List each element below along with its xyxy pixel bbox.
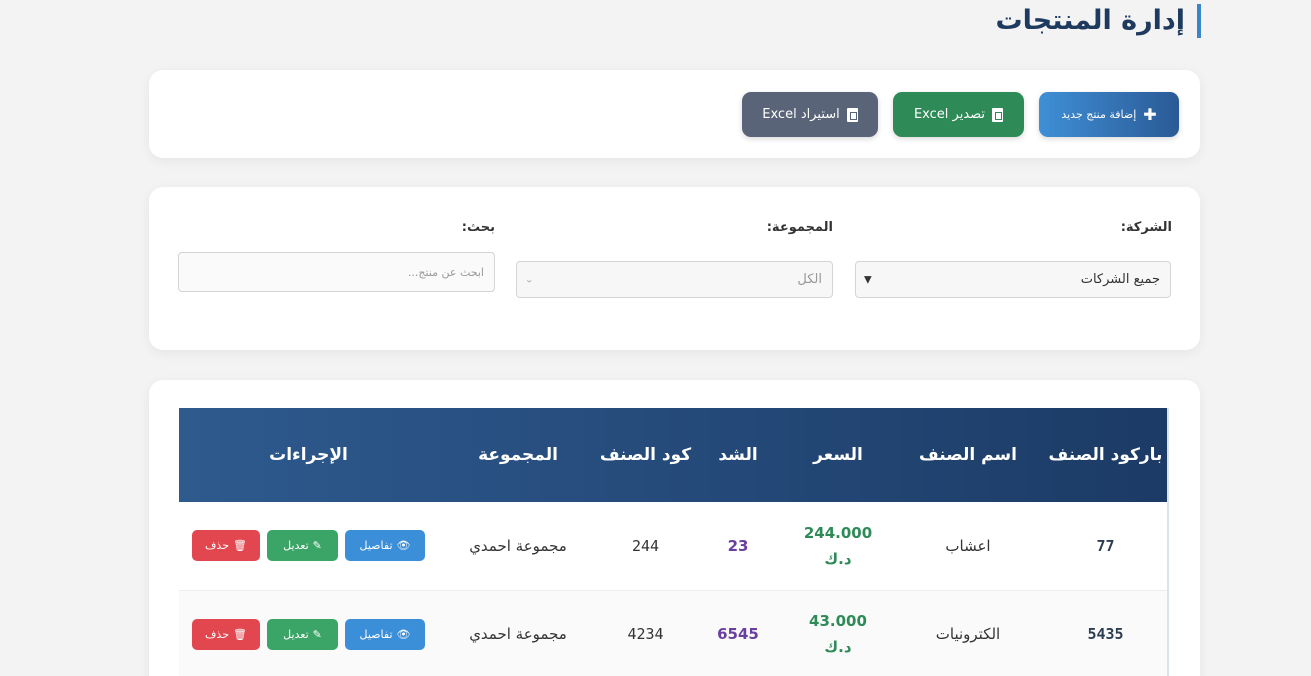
cell-actions: 👁 تفاصيل ✎ تعديل 🗑 حذف <box>179 590 438 676</box>
cell-group: مجموعة احمدي <box>438 502 598 591</box>
chevron-down-icon: ▼ <box>864 274 872 285</box>
header-price[interactable]: السعر <box>783 408 893 502</box>
cell-actions: 👁 تفاصيل ✎ تعديل 🗑 حذف <box>179 502 438 591</box>
price-value: 43.000 <box>809 612 867 630</box>
edit-icon: ✎ <box>312 627 322 641</box>
edit-button[interactable]: ✎ تعديل <box>267 530 338 562</box>
price-value: 244.000 <box>803 523 873 542</box>
trash-icon: 🗑 <box>233 539 247 553</box>
search-input[interactable]: ابحث عن منتج... <box>178 252 495 292</box>
header-name[interactable]: اسم الصنف <box>893 408 1043 502</box>
excel-file-icon <box>992 107 1004 122</box>
page-title: إدارة المنتجات <box>995 4 1201 38</box>
header-group[interactable]: المجموعة <box>438 408 598 502</box>
import-excel-button[interactable]: استيراد Excel <box>742 92 878 137</box>
delete-button[interactable]: 🗑 حذف <box>192 530 260 562</box>
cell-barcode: 77 <box>1043 502 1168 591</box>
search-label: بحث: <box>461 220 495 235</box>
cell-pack: 6545 <box>693 590 783 676</box>
cell-name: اعشاب <box>893 502 1043 591</box>
company-label: الشركة: <box>1120 220 1172 235</box>
filters-card: الشركة: المجموعة: بحث: جميع الشركات ▼ ال… <box>149 187 1200 350</box>
price-currency: د.ك <box>824 638 852 656</box>
header-pack[interactable]: الشد <box>693 408 783 502</box>
cell-pack: 23 <box>693 502 783 591</box>
products-table-card: باركود الصنف اسم الصنف السعر الشد كود ال… <box>149 380 1200 676</box>
table-header-row: باركود الصنف اسم الصنف السعر الشد كود ال… <box>179 408 1168 502</box>
cell-price: 244.000 د.ك <box>783 502 893 591</box>
view-details-button[interactable]: 👁 تفاصيل <box>345 530 425 562</box>
view-details-button[interactable]: 👁 تفاصيل <box>345 618 425 650</box>
export-excel-button[interactable]: تصدير Excel <box>893 92 1024 137</box>
delete-button[interactable]: 🗑 حذف <box>192 618 260 650</box>
header-actions: الإجراءات <box>269 445 348 465</box>
cell-code: 244 <box>598 502 693 591</box>
chevron-down-icon: ⌄ <box>525 274 534 285</box>
eye-icon: 👁 <box>396 539 411 553</box>
table-row: 5435 الكترونيات 43.000 د.ك 6545 4234 مجم… <box>179 590 1168 676</box>
header-code[interactable]: كود الصنف <box>598 408 693 502</box>
cell-code: 4234 <box>598 590 693 676</box>
add-product-button[interactable]: ✚ إضافة منتج جديد <box>1039 92 1179 137</box>
group-label: المجموعة: <box>766 220 833 235</box>
products-table: باركود الصنف اسم الصنف السعر الشد كود ال… <box>179 408 1168 676</box>
edit-button[interactable]: ✎ تعديل <box>267 618 338 650</box>
file-import-icon <box>846 107 858 122</box>
table-row: 77 اعشاب 244.000 د.ك 23 244 مجموعة احمدي… <box>179 502 1168 591</box>
cell-price: 43.000 د.ك <box>783 590 893 676</box>
plus-icon: ✚ <box>1143 105 1157 124</box>
cell-barcode: 5435 <box>1043 590 1168 676</box>
actions-card: ✚ إضافة منتج جديد تصدير Excel استيراد Ex… <box>149 70 1200 158</box>
company-select[interactable]: جميع الشركات ▼ <box>855 261 1171 298</box>
table-border <box>1167 408 1169 676</box>
edit-icon: ✎ <box>312 539 322 553</box>
eye-icon: 👁 <box>396 627 411 641</box>
cell-group: مجموعة احمدي <box>438 590 598 676</box>
price-currency: د.ك <box>824 549 852 568</box>
header-barcode[interactable]: باركود الصنف <box>1043 408 1168 502</box>
group-select[interactable]: الكل ⌄ <box>516 261 833 298</box>
trash-icon: 🗑 <box>233 627 247 641</box>
cell-name: الكترونيات <box>893 590 1043 676</box>
